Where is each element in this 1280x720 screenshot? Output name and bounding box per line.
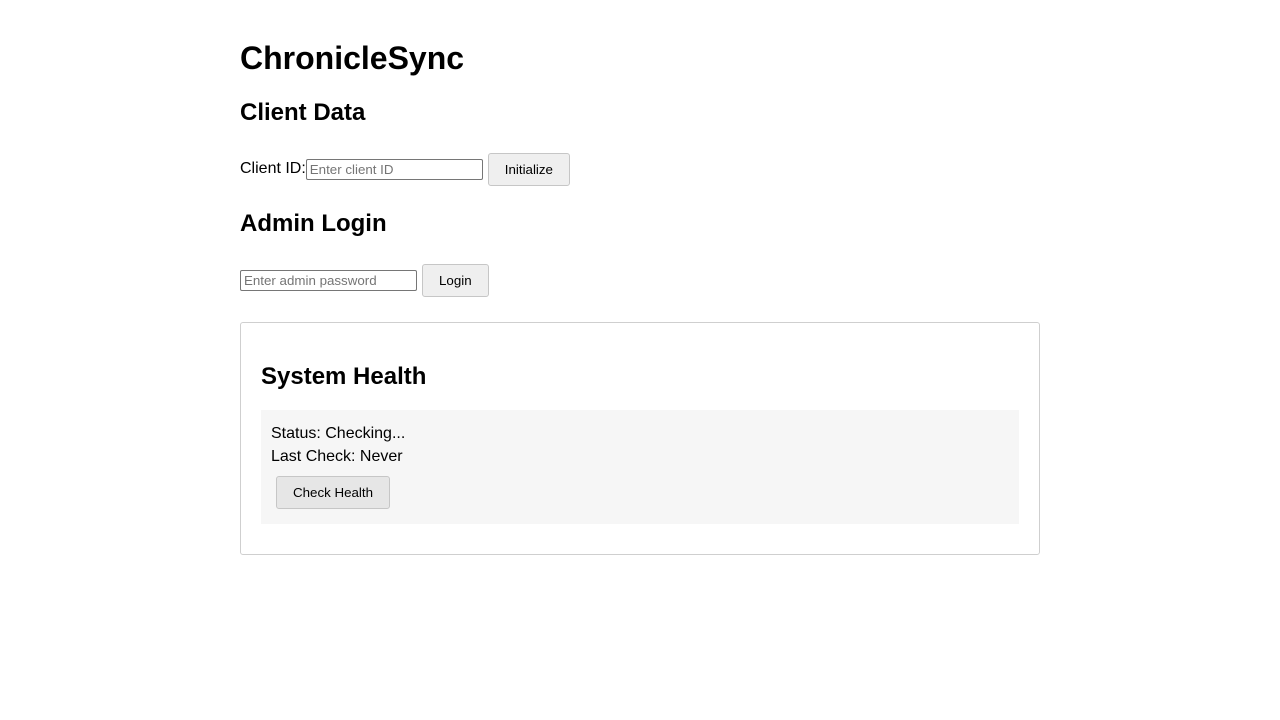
system-health-heading: System Health <box>261 363 427 390</box>
app-title: ChronicleSync <box>240 40 465 76</box>
last-check-text: Last Check: Never <box>271 448 403 465</box>
login-button[interactable]: Login <box>422 263 489 297</box>
admin-login-row: Login <box>240 263 489 297</box>
client-id-input[interactable] <box>305 158 483 180</box>
client-data-row: Client ID: Initialize <box>240 152 570 186</box>
admin-login-heading: Admin Login <box>240 210 387 237</box>
health-status-box: Status: Checking... Last Check: Never Ch… <box>261 410 1019 524</box>
health-status-text: Status: Checking... <box>271 425 406 442</box>
client-data-heading: Client Data <box>240 99 366 126</box>
admin-password-input[interactable] <box>240 269 417 291</box>
check-health-button[interactable]: Check Health <box>276 476 391 509</box>
client-id-label: Client ID: <box>240 160 306 177</box>
system-health-panel: System Health Status: Checking... Last C… <box>240 322 1040 555</box>
initialize-button[interactable]: Initialize <box>487 152 570 186</box>
